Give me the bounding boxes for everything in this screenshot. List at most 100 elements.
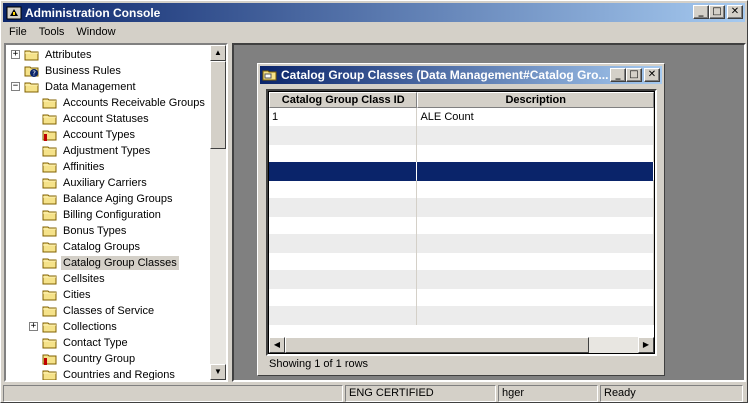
tree-item[interactable]: Data Management — [24, 79, 138, 95]
scroll-left-button[interactable]: ◀ — [269, 337, 285, 353]
table-row[interactable] — [269, 270, 654, 289]
tree-item-label: Countries and Regions — [63, 369, 175, 381]
table-row[interactable] — [269, 198, 654, 217]
folder-icon — [42, 370, 57, 380]
cell-class-id[interactable] — [269, 306, 418, 325]
status-panel-user: hger — [498, 385, 598, 402]
tree-item[interactable]: Adjustment Types — [42, 143, 152, 159]
tree-item[interactable]: ? Business Rules — [24, 63, 123, 79]
cell-class-id[interactable] — [269, 162, 418, 181]
table-row[interactable] — [269, 126, 654, 145]
cell-description[interactable] — [417, 216, 654, 235]
scroll-thumb[interactable] — [210, 61, 226, 149]
scroll-up-button[interactable]: ▲ — [210, 45, 226, 61]
tree-item[interactable]: Cellsites — [42, 271, 107, 287]
tree-item[interactable]: Countries and Regions — [42, 367, 177, 381]
tree-item[interactable]: Classes of Service — [42, 303, 156, 319]
scroll-down-button[interactable]: ▼ — [210, 364, 226, 380]
folder-icon — [42, 194, 57, 205]
cell-description[interactable] — [417, 180, 654, 199]
table-row[interactable] — [269, 288, 654, 307]
status-panel-environment: ENG CERTIFIED — [345, 385, 496, 402]
cell-description[interactable] — [417, 288, 654, 307]
tree-item[interactable]: Bonus Types — [42, 223, 128, 239]
cell-description[interactable] — [417, 234, 654, 253]
child-maximize-button[interactable]: □ — [626, 68, 642, 82]
menu-file[interactable]: File — [3, 26, 33, 38]
cell-description[interactable]: ALE Count — [417, 108, 654, 127]
tree-item[interactable]: Catalog Group Classes — [42, 255, 179, 271]
tree-item[interactable]: Auxiliary Carriers — [42, 175, 149, 191]
folder-icon — [42, 322, 57, 333]
table-row[interactable] — [269, 162, 654, 181]
cell-description[interactable] — [417, 144, 654, 163]
horizontal-scroll-thumb[interactable] — [285, 337, 589, 353]
menu-window[interactable]: Window — [70, 26, 121, 38]
tree-item[interactable]: Contact Type — [42, 335, 130, 351]
cell-class-id[interactable] — [269, 144, 418, 163]
tree-item[interactable]: Cities — [42, 287, 93, 303]
cell-class-id[interactable] — [269, 288, 418, 307]
tree-item[interactable]: Affinities — [42, 159, 106, 175]
cell-class-id[interactable] — [269, 270, 418, 289]
child-minimize-button[interactable]: _ — [610, 68, 626, 82]
tree-item-label: Auxiliary Carriers — [63, 177, 147, 189]
folder-icon — [42, 146, 57, 157]
cell-description[interactable] — [417, 252, 654, 271]
cell-class-id[interactable] — [269, 252, 418, 271]
tree-item[interactable]: Country Group — [42, 351, 137, 367]
tree-item[interactable]: Account Types — [42, 127, 137, 143]
table-row[interactable] — [269, 252, 654, 271]
data-grid[interactable]: Catalog Group Class ID Description 1 ALE … — [266, 89, 657, 356]
expand-icon[interactable]: + — [29, 322, 38, 331]
folder-icon — [42, 210, 57, 221]
scroll-right-button[interactable]: ▶ — [638, 337, 654, 353]
maximize-button[interactable]: □ — [709, 5, 725, 19]
tree-item-label: Cities — [63, 289, 91, 301]
cell-class-id[interactable] — [269, 234, 418, 253]
tree-item[interactable]: Balance Aging Groups — [42, 191, 174, 207]
cell-class-id[interactable]: 1 — [269, 108, 418, 127]
child-close-button[interactable]: ✕ — [644, 68, 660, 82]
child-title-bar[interactable]: Catalog Group Classes (Data Management#C… — [260, 66, 662, 84]
table-row[interactable] — [269, 234, 654, 253]
collapse-icon[interactable]: − — [11, 82, 20, 91]
table-row[interactable]: 1 ALE Count — [269, 108, 654, 127]
tree-item-label: Bonus Types — [63, 225, 127, 237]
cell-description[interactable] — [417, 162, 654, 181]
tree-vertical-scrollbar[interactable]: ▲ ▼ — [210, 45, 226, 380]
column-header-description[interactable]: Description — [417, 92, 654, 108]
status-panel-state: Ready — [600, 385, 743, 402]
table-row[interactable] — [269, 144, 654, 163]
table-row[interactable] — [269, 180, 654, 199]
expand-icon[interactable]: + — [11, 50, 20, 59]
cell-class-id[interactable] — [269, 126, 418, 145]
close-button[interactable]: ✕ — [727, 5, 743, 19]
tree-item[interactable]: Collections — [42, 319, 119, 335]
folder-icon — [42, 242, 57, 253]
tree-item-label: Cellsites — [63, 273, 105, 285]
menu-tools[interactable]: Tools — [33, 26, 71, 38]
tree-item[interactable]: Accounts Receivable Groups — [42, 95, 207, 111]
cell-class-id[interactable] — [269, 216, 418, 235]
cell-class-id[interactable] — [269, 198, 418, 217]
table-row[interactable] — [269, 216, 654, 235]
tree-item[interactable]: Attributes — [24, 47, 93, 63]
tree-item-label: Data Management — [45, 81, 136, 93]
minimize-button[interactable]: _ — [693, 5, 709, 19]
tree-item[interactable]: Billing Configuration — [42, 207, 163, 223]
table-row[interactable] — [269, 306, 654, 325]
main-title-bar[interactable]: Administration Console _ □ ✕ — [3, 3, 745, 22]
navigation-tree[interactable]: Countries and Regions Country Group Contac… — [4, 43, 228, 382]
grid-horizontal-scrollbar[interactable]: ◀ ▶ — [269, 337, 654, 353]
column-header-id[interactable]: Catalog Group Class ID — [269, 92, 418, 108]
grid-status-text: Showing 1 of 1 rows — [269, 358, 369, 370]
cell-description[interactable] — [417, 126, 654, 145]
cell-description[interactable] — [417, 198, 654, 217]
tree-item[interactable]: Catalog Groups — [42, 239, 142, 255]
cell-description[interactable] — [417, 306, 654, 325]
cell-description[interactable] — [417, 270, 654, 289]
cell-class-id[interactable] — [269, 180, 418, 199]
tree-item[interactable]: Account Statuses — [42, 111, 151, 127]
status-bar: ENG CERTIFIED hger Ready — [3, 385, 745, 402]
